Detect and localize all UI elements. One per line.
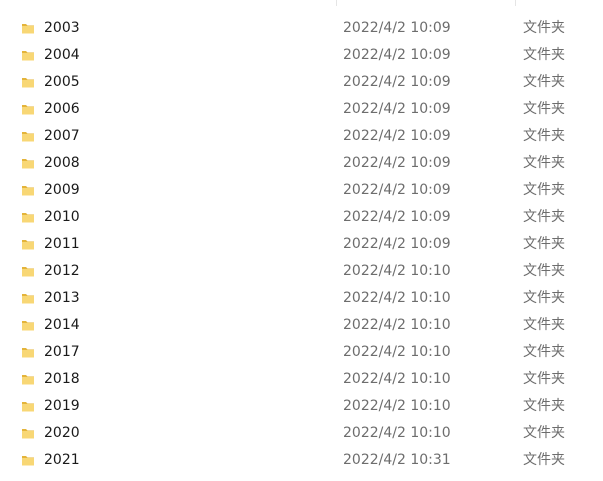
folder-icon [22, 429, 34, 439]
file-modified-date: 2022/4/2 10:31 [343, 452, 451, 468]
file-modified-date: 2022/4/2 10:09 [343, 20, 451, 36]
file-modified-date: 2022/4/2 10:09 [343, 182, 451, 198]
file-row-2007[interactable]: 2007 2022/4/2 10:09 文件夹 [0, 123, 603, 150]
file-type: 文件夹 [523, 344, 565, 360]
file-name: 2008 [44, 155, 80, 171]
folder-icon [22, 105, 34, 115]
file-row-2017[interactable]: 2017 2022/4/2 10:10 文件夹 [0, 339, 603, 366]
file-modified-date: 2022/4/2 10:09 [343, 47, 451, 63]
folder-icon [22, 213, 34, 223]
file-row-2010[interactable]: 2010 2022/4/2 10:09 文件夹 [0, 204, 603, 231]
file-name: 2018 [44, 371, 80, 387]
file-modified-date: 2022/4/2 10:09 [343, 74, 451, 90]
file-modified-date: 2022/4/2 10:10 [343, 317, 451, 333]
folder-icon [22, 159, 34, 169]
file-row-2012[interactable]: 2012 2022/4/2 10:10 文件夹 [0, 258, 603, 285]
file-type: 文件夹 [523, 317, 565, 333]
file-modified-date: 2022/4/2 10:09 [343, 236, 451, 252]
file-name: 2011 [44, 236, 80, 252]
file-modified-date: 2022/4/2 10:10 [343, 263, 451, 279]
file-modified-date: 2022/4/2 10:09 [343, 128, 451, 144]
file-name: 2007 [44, 128, 80, 144]
file-type: 文件夹 [523, 128, 565, 144]
file-type: 文件夹 [523, 452, 565, 468]
file-row-2009[interactable]: 2009 2022/4/2 10:09 文件夹 [0, 177, 603, 204]
folder-icon [22, 51, 34, 61]
file-modified-date: 2022/4/2 10:10 [343, 371, 451, 387]
file-type: 文件夹 [523, 236, 565, 252]
file-row-2019[interactable]: 2019 2022/4/2 10:10 文件夹 [0, 393, 603, 420]
file-name: 2006 [44, 101, 80, 117]
folder-icon [22, 78, 34, 88]
file-type: 文件夹 [523, 20, 565, 36]
file-row-2014[interactable]: 2014 2022/4/2 10:10 文件夹 [0, 312, 603, 339]
file-modified-date: 2022/4/2 10:10 [343, 344, 451, 360]
file-row-2020[interactable]: 2020 2022/4/2 10:10 文件夹 [0, 420, 603, 447]
folder-icon [22, 321, 34, 331]
file-row-2003[interactable]: 2003 2022/4/2 10:09 文件夹 [0, 15, 603, 42]
file-row-2018[interactable]: 2018 2022/4/2 10:10 文件夹 [0, 366, 603, 393]
file-row-2008[interactable]: 2008 2022/4/2 10:09 文件夹 [0, 150, 603, 177]
folder-icon [22, 348, 34, 358]
file-modified-date: 2022/4/2 10:10 [343, 290, 451, 306]
file-row-2006[interactable]: 2006 2022/4/2 10:09 文件夹 [0, 96, 603, 123]
file-type: 文件夹 [523, 371, 565, 387]
folder-icon [22, 186, 34, 196]
file-name: 2010 [44, 209, 80, 225]
folder-icon [22, 24, 34, 34]
folder-icon [22, 402, 34, 412]
folder-icon [22, 375, 34, 385]
folder-icon [22, 267, 34, 277]
file-name: 2020 [44, 425, 80, 441]
file-list: 2003 2022/4/2 10:09 文件夹 2004 2022/4/2 10… [0, 0, 603, 481]
file-row-2021[interactable]: 2021 2022/4/2 10:31 文件夹 [0, 447, 603, 474]
column-divider-type[interactable] [515, 0, 516, 6]
file-type: 文件夹 [523, 398, 565, 414]
file-name: 2014 [44, 317, 80, 333]
file-name: 2009 [44, 182, 80, 198]
file-name: 2019 [44, 398, 80, 414]
file-name: 2003 [44, 20, 80, 36]
file-name: 2021 [44, 452, 80, 468]
file-row-2013[interactable]: 2013 2022/4/2 10:10 文件夹 [0, 285, 603, 312]
folder-icon [22, 132, 34, 142]
folder-icon [22, 294, 34, 304]
file-name: 2012 [44, 263, 80, 279]
column-divider-date[interactable] [336, 0, 337, 6]
file-modified-date: 2022/4/2 10:09 [343, 209, 451, 225]
file-modified-date: 2022/4/2 10:09 [343, 101, 451, 117]
folder-icon [22, 456, 34, 466]
file-modified-date: 2022/4/2 10:10 [343, 398, 451, 414]
file-type: 文件夹 [523, 155, 565, 171]
file-type: 文件夹 [523, 263, 565, 279]
file-type: 文件夹 [523, 47, 565, 63]
file-modified-date: 2022/4/2 10:10 [343, 425, 451, 441]
file-type: 文件夹 [523, 425, 565, 441]
file-name: 2004 [44, 47, 80, 63]
file-name: 2017 [44, 344, 80, 360]
file-type: 文件夹 [523, 74, 565, 90]
file-type: 文件夹 [523, 290, 565, 306]
file-modified-date: 2022/4/2 10:09 [343, 155, 451, 171]
file-type: 文件夹 [523, 101, 565, 117]
file-row-2011[interactable]: 2011 2022/4/2 10:09 文件夹 [0, 231, 603, 258]
file-name: 2005 [44, 74, 80, 90]
file-row-2005[interactable]: 2005 2022/4/2 10:09 文件夹 [0, 69, 603, 96]
file-name: 2013 [44, 290, 80, 306]
file-row-2004[interactable]: 2004 2022/4/2 10:09 文件夹 [0, 42, 603, 69]
file-type: 文件夹 [523, 209, 565, 225]
folder-icon [22, 240, 34, 250]
file-type: 文件夹 [523, 182, 565, 198]
